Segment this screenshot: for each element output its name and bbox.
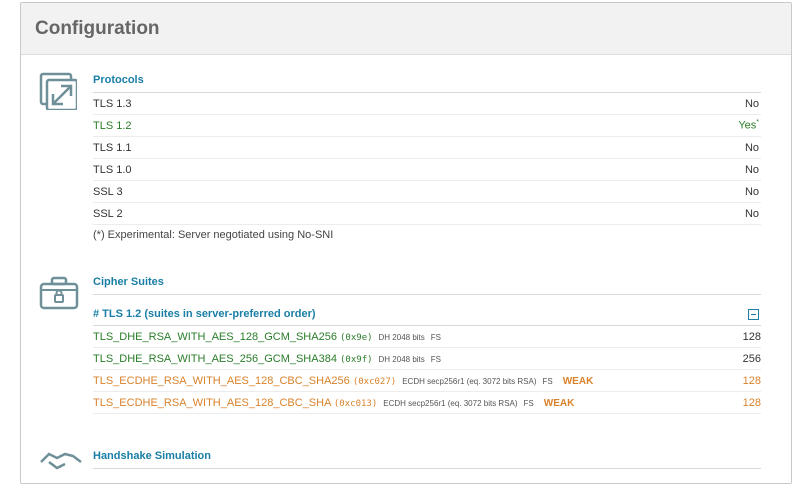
suite-fs: FS: [430, 354, 442, 364]
suite-row: TLS_DHE_RSA_WITH_AES_128_GCM_SHA256 (0x9…: [93, 326, 761, 348]
suite-name: TLS_ECDHE_RSA_WITH_AES_128_CBC_SHA (0xc0…: [93, 396, 378, 409]
protocols-title: Protocols: [93, 74, 761, 93]
expand-arrows-icon: [39, 72, 79, 113]
handshake-icon: [39, 448, 83, 477]
briefcase-lock-icon: [39, 276, 79, 313]
suite-code: (0x9e): [340, 332, 373, 343]
protocol-name: SSL 3: [93, 185, 123, 198]
collapse-icon[interactable]: [748, 308, 759, 320]
protocol-value: No: [744, 163, 759, 176]
protocol-row-tls11: TLS 1.1 No: [93, 137, 761, 159]
tls12-group-header[interactable]: # TLS 1.2 (suites in server-preferred or…: [93, 303, 761, 326]
suite-name: TLS_ECDHE_RSA_WITH_AES_128_CBC_SHA256 (0…: [93, 374, 397, 387]
protocol-name: SSL 2: [93, 207, 123, 220]
suite-fs: FS: [523, 398, 534, 408]
cipher-suites-title: Cipher Suites: [93, 276, 761, 295]
suite-code: (0xc027): [352, 376, 397, 387]
protocol-row-tls10: TLS 1.0 No: [93, 159, 761, 181]
protocol-value: No: [744, 97, 759, 110]
panel-header: Configuration: [21, 3, 791, 55]
suite-kex: DH 2048 bits: [378, 332, 425, 342]
protocol-name: TLS 1.3: [93, 97, 132, 110]
suite-bits: 128: [742, 396, 761, 409]
protocol-row-tls13: TLS 1.3 No: [93, 93, 761, 115]
suite-kex: DH 2048 bits: [378, 354, 425, 364]
suite-fs: FS: [542, 376, 553, 386]
protocols-table: TLS 1.3 No TLS 1.2 Yes* TLS 1.1 No TLS 1…: [93, 93, 761, 245]
suite-fs: FS: [430, 332, 442, 342]
suite-row: TLS_ECDHE_RSA_WITH_AES_128_CBC_SHA256 (0…: [93, 370, 761, 392]
protocol-value: No: [744, 207, 759, 220]
suite-bits: 128: [742, 374, 761, 387]
protocols-note: (*) Experimental: Server negotiated usin…: [93, 229, 334, 241]
cipher-suites-table: # TLS 1.2 (suites in server-preferred or…: [93, 303, 761, 414]
protocol-row-ssl2: SSL 2 No: [93, 203, 761, 225]
suite-code: (0xc013): [333, 398, 378, 409]
suite-kex: ECDH secp256r1 (eq. 3072 bits RSA): [402, 376, 537, 386]
suite-bits: 128: [742, 330, 761, 343]
suite-row: TLS_DHE_RSA_WITH_AES_256_GCM_SHA384 (0x9…: [93, 348, 761, 370]
suite-name: TLS_DHE_RSA_WITH_AES_128_GCM_SHA256 (0x9…: [93, 330, 373, 343]
suite-row: TLS_ECDHE_RSA_WITH_AES_128_CBC_SHA (0xc0…: [93, 392, 761, 414]
protocol-row-ssl3: SSL 3 No: [93, 181, 761, 203]
weak-badge: WEAK: [562, 375, 594, 387]
protocol-row-tls12: TLS 1.2 Yes*: [93, 115, 761, 137]
configuration-panel: Configuration Protocols TLS 1.3 No TLS 1…: [20, 2, 792, 484]
protocol-name: TLS 1.0: [93, 163, 132, 176]
protocol-value: No: [744, 185, 759, 198]
suite-kex: ECDH secp256r1 (eq. 3072 bits RSA): [383, 398, 518, 408]
protocol-value: Yes*: [738, 119, 759, 132]
suite-bits: 256: [742, 352, 761, 365]
protocol-name: TLS 1.2: [93, 119, 132, 132]
group-label: # TLS 1.2 (suites in server-preferred or…: [93, 308, 316, 320]
weak-badge: WEAK: [543, 397, 575, 409]
handshake-title: Handshake Simulation: [93, 450, 761, 469]
suite-code: (0x9f): [340, 354, 373, 365]
protocol-value: No: [744, 141, 759, 154]
footnote-mark: *: [756, 119, 759, 127]
page-title: Configuration: [35, 17, 160, 39]
protocol-name: TLS 1.1: [93, 141, 132, 154]
suite-name: TLS_DHE_RSA_WITH_AES_256_GCM_SHA384 (0x9…: [93, 352, 373, 365]
